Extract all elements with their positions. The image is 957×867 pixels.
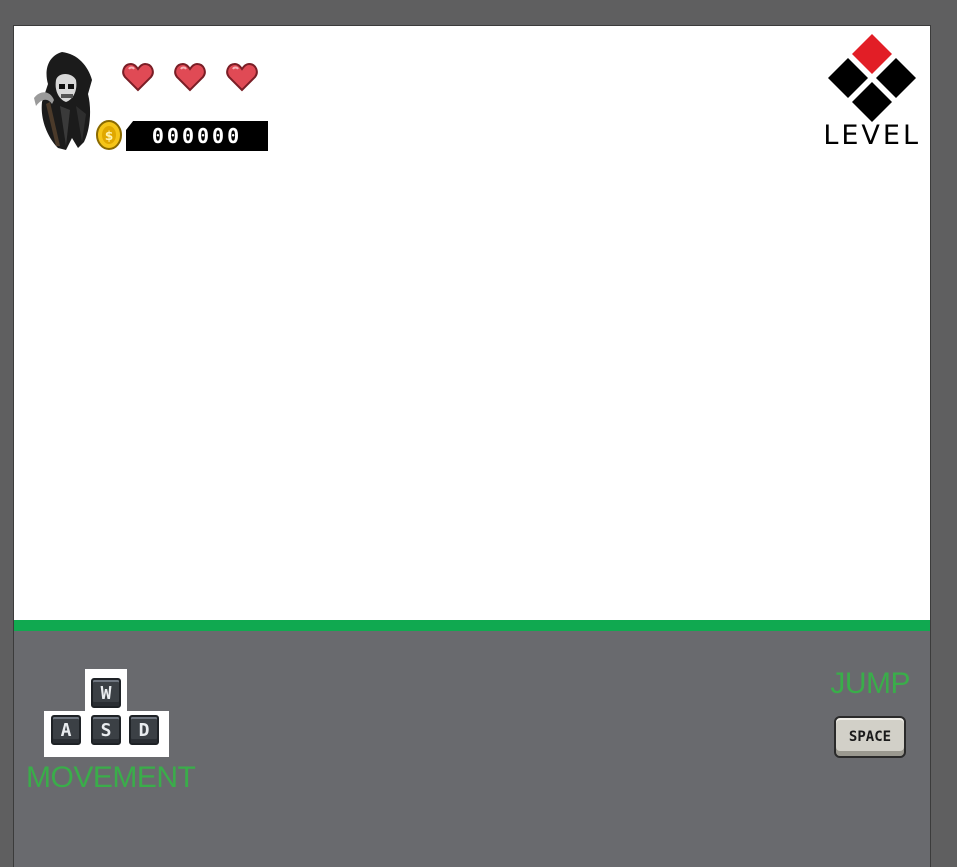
coin-count: 000000	[151, 124, 243, 148]
key-a: A	[51, 715, 81, 745]
key-s: S	[91, 715, 121, 745]
ground-line	[14, 620, 930, 631]
play-area[interactable]: $ 000000 LEVEL	[14, 26, 930, 620]
key-w: W	[91, 678, 121, 708]
jump-label: JUMP	[830, 667, 910, 700]
heart-icon	[174, 62, 206, 92]
key-space: SPACE	[834, 716, 906, 758]
heart-icon	[122, 62, 154, 92]
coin-counter: 000000	[126, 121, 268, 151]
key-d: D	[129, 715, 159, 745]
svg-text:$: $	[105, 129, 113, 143]
movement-label: MOVEMENT	[26, 761, 196, 794]
diamond-logo-icon	[828, 34, 916, 122]
lives-hearts	[122, 62, 258, 92]
heart-icon	[226, 62, 258, 92]
controls-panel: W A S D MOVEMENT JUMP SPACE	[14, 631, 930, 867]
game-window: $ 000000 LEVEL W A S D MOVEMENT JUMP SPA…	[13, 25, 931, 867]
coin-icon: $	[96, 120, 122, 150]
level-label: LEVEL	[823, 120, 921, 151]
reaper-icon	[34, 52, 92, 150]
